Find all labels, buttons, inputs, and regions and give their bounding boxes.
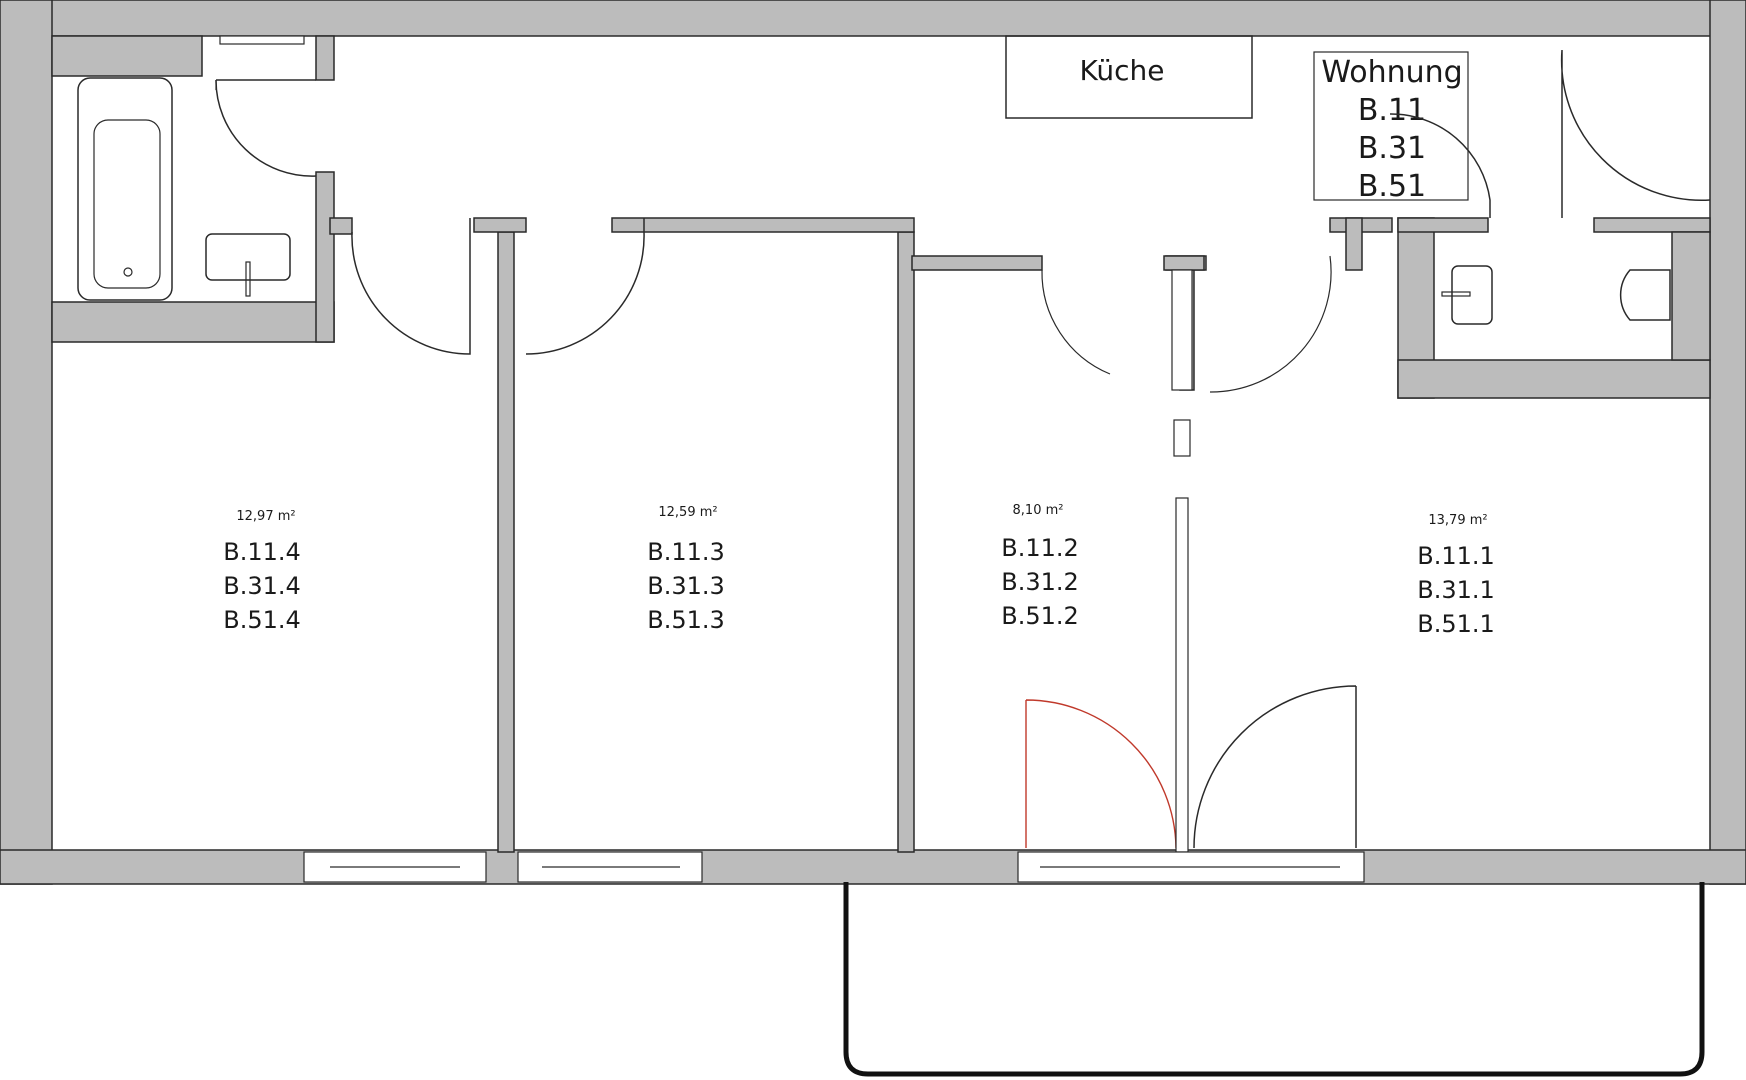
sliding-partition — [1163, 255, 1205, 853]
partition-room2-top — [911, 255, 1043, 271]
partition-walls — [473, 217, 1393, 853]
bathroom-wall-top — [51, 35, 203, 77]
room1-balcony-door — [1193, 685, 1357, 849]
room-id: B.31.4 — [223, 572, 301, 600]
balcony-outline — [843, 882, 1705, 1077]
bathtub-drain — [123, 267, 133, 277]
room-area: 12,59 m² — [658, 505, 717, 520]
bathroom-door-arc — [215, 79, 317, 177]
room-label-2: 8,10 m² B.11.2 B.31.2 B.51.2 — [1001, 503, 1079, 630]
bathtub-inner — [93, 119, 161, 289]
toilet — [1619, 269, 1671, 321]
partition-room1-top-step — [1345, 217, 1363, 271]
room-id: B.51.3 — [647, 606, 725, 634]
room-id: B.11.3 — [647, 538, 725, 566]
sliding-partition-rail-mid — [1173, 419, 1191, 457]
apartment-title: Wohnung — [1321, 55, 1462, 90]
room-id: B.11.4 — [223, 538, 301, 566]
room-id: B.31.1 — [1417, 576, 1495, 604]
wall-top — [0, 0, 1746, 37]
kitchen-label: Küche — [1079, 54, 1164, 87]
outer-walls — [0, 0, 1746, 885]
wall-bottom — [0, 849, 1746, 885]
wc-wall-right-inner — [1671, 231, 1711, 361]
room-label-1: 13,79 m² B.11.1 B.31.1 B.51.1 — [1417, 513, 1495, 638]
apartment-unit: B.51 — [1358, 169, 1426, 204]
room4-door-arc — [351, 218, 471, 355]
bathroom-wall-stub — [329, 217, 353, 235]
room-area: 12,97 m² — [236, 509, 295, 524]
bathtub-outer — [77, 77, 173, 301]
room-id: B.11.1 — [1417, 542, 1495, 570]
bathroom-walls — [51, 35, 353, 343]
floor-plan: Küche Wohnung B.11 B.31 B.51 12,97 m² B.… — [0, 0, 1746, 1077]
sink-faucet — [245, 261, 251, 297]
room-id: B.51.2 — [1001, 602, 1079, 630]
partition-room3-top — [611, 217, 915, 233]
bathroom-sink — [205, 233, 291, 297]
room2-balcony-door — [1025, 699, 1177, 849]
partition-room4-room3-cap — [473, 217, 527, 233]
partition-room3-room2 — [897, 231, 915, 853]
room-id: B.51.4 — [223, 606, 301, 634]
wc-wall-top-right — [1593, 217, 1711, 233]
room2-door-arc — [1041, 269, 1111, 375]
sliding-partition-rail-upper — [1171, 269, 1193, 391]
room1-door-arc — [1209, 255, 1332, 393]
entrance-door-arc — [1560, 49, 1711, 218]
room-id: B.11.2 — [1001, 534, 1079, 562]
apartment-unit: B.11 — [1358, 93, 1426, 128]
sliding-partition-rail-lower — [1175, 497, 1189, 853]
room-id: B.51.1 — [1417, 610, 1495, 638]
bathroom-vent — [219, 35, 305, 45]
room-id: B.31.2 — [1001, 568, 1079, 596]
wc-walls — [1397, 217, 1711, 399]
bathroom-wall-right-upper — [315, 35, 335, 81]
bathroom-wall-bottom — [51, 301, 335, 343]
room3-door-arc — [525, 218, 645, 355]
wc-sink-basin — [1451, 265, 1493, 325]
room-area: 13,79 m² — [1428, 513, 1487, 528]
doors — [215, 49, 1711, 849]
bathroom-wall-right — [315, 171, 335, 343]
room-label-4: 12,97 m² B.11.4 B.31.4 B.51.4 — [223, 509, 301, 634]
wc-sink — [1441, 265, 1493, 325]
room-id: B.31.3 — [647, 572, 725, 600]
sliding-partition-top — [1163, 255, 1205, 271]
room-area: 8,10 m² — [1013, 503, 1064, 518]
toilet-bowl — [1619, 269, 1671, 321]
sink-basin — [205, 233, 291, 281]
wc-sink-faucet — [1441, 291, 1471, 297]
wc-wall-top — [1397, 217, 1489, 233]
wall-right — [1709, 0, 1746, 885]
wc-wall-bottom — [1397, 359, 1711, 399]
bathtub — [77, 77, 173, 301]
apartment-unit: B.31 — [1358, 131, 1426, 166]
room-label-3: 12,59 m² B.11.3 B.31.3 B.51.3 — [647, 505, 725, 634]
partition-room4-room3 — [497, 231, 515, 853]
wall-left — [0, 0, 53, 885]
